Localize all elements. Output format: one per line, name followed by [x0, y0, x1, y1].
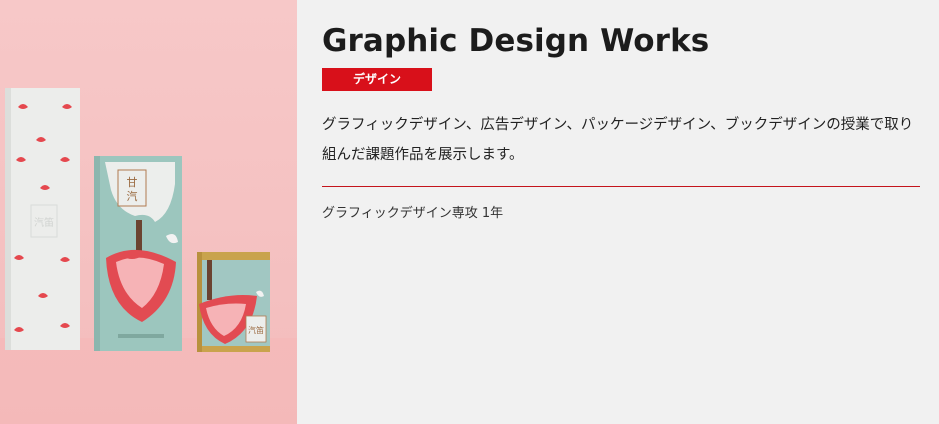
tall-white-box: 汽笛: [5, 88, 80, 350]
tin-can: 汽笛: [197, 252, 270, 352]
category-badge: デザイン: [322, 68, 432, 91]
mint-box: 甘 汽: [94, 156, 182, 351]
svg-text:汽笛: 汽笛: [248, 325, 264, 335]
work-photo: 汽笛 甘 汽 汽笛: [0, 0, 297, 424]
department-label: グラフィックデザイン専攻 1年: [322, 206, 504, 221]
page: 汽笛 甘 汽 汽笛 Graphic Design Works デザイン グラフィ…: [0, 0, 939, 424]
description-text: グラフィックデザイン、広告デザイン、パッケージデザイン、ブックデザインの授業で取…: [322, 117, 914, 163]
svg-text:汽笛: 汽笛: [34, 216, 54, 229]
svg-text:甘: 甘: [127, 176, 138, 189]
divider: [322, 186, 920, 187]
package-design-photo: 汽笛 甘 汽 汽笛: [0, 0, 297, 424]
page-title: Graphic Design Works: [322, 23, 710, 59]
svg-text:汽: 汽: [127, 189, 138, 203]
